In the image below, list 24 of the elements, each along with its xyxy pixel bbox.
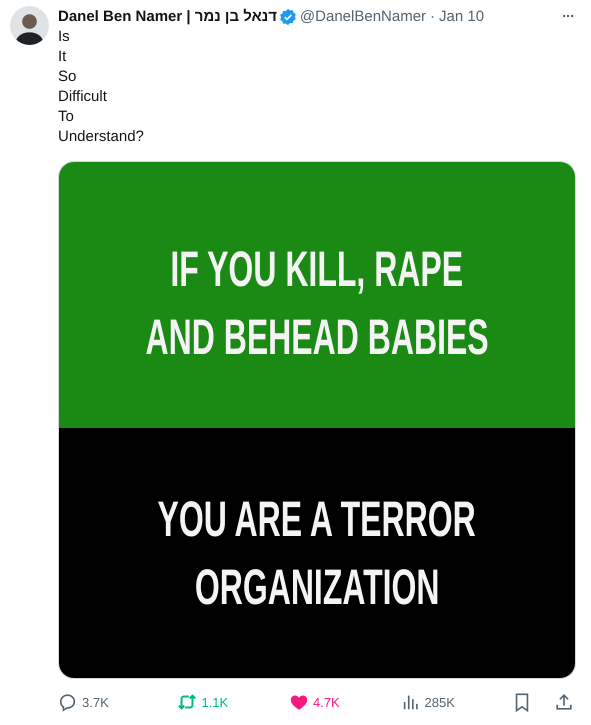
tweet-image[interactable]: IF YOU KILL, RAPE AND BEHEAD BABIES YOU ARE A TERROR ORGANIZATION bbox=[58, 161, 576, 679]
more-options-button[interactable]: ··· bbox=[562, 8, 574, 25]
image-text-line: AND BEHEAD BABIES bbox=[145, 308, 489, 367]
views-button[interactable]: 285K bbox=[400, 692, 455, 712]
post-date[interactable]: Jan 10 bbox=[439, 8, 484, 25]
tweet-text-line: To bbox=[58, 107, 74, 127]
image-text-line: ORGANIZATION bbox=[194, 558, 440, 617]
separator-dot: · bbox=[430, 8, 436, 25]
avatar[interactable] bbox=[10, 6, 49, 45]
image-text-line: IF YOU KILL, RAPE bbox=[170, 240, 464, 299]
tweet-text-line: Is bbox=[58, 27, 70, 47]
share-icon bbox=[554, 692, 574, 712]
reply-icon bbox=[58, 692, 78, 712]
author-handle[interactable]: @DanelBenNamer bbox=[300, 8, 426, 25]
like-button[interactable]: 4.7K bbox=[288, 692, 340, 712]
tweet-text-line: Difficult bbox=[58, 87, 107, 107]
reply-button[interactable]: 3.7K bbox=[58, 692, 109, 712]
tweet-text-line: It bbox=[58, 47, 66, 67]
retweet-icon bbox=[177, 692, 198, 712]
image-text-line: YOU ARE A TERROR bbox=[158, 490, 476, 549]
tweet-text-line: Understand? bbox=[58, 127, 144, 147]
tweet-text-line: So bbox=[58, 67, 76, 87]
share-button[interactable] bbox=[554, 692, 574, 712]
author-name[interactable]: Danel Ben Namer | דנאל בן נמר bbox=[58, 8, 277, 25]
